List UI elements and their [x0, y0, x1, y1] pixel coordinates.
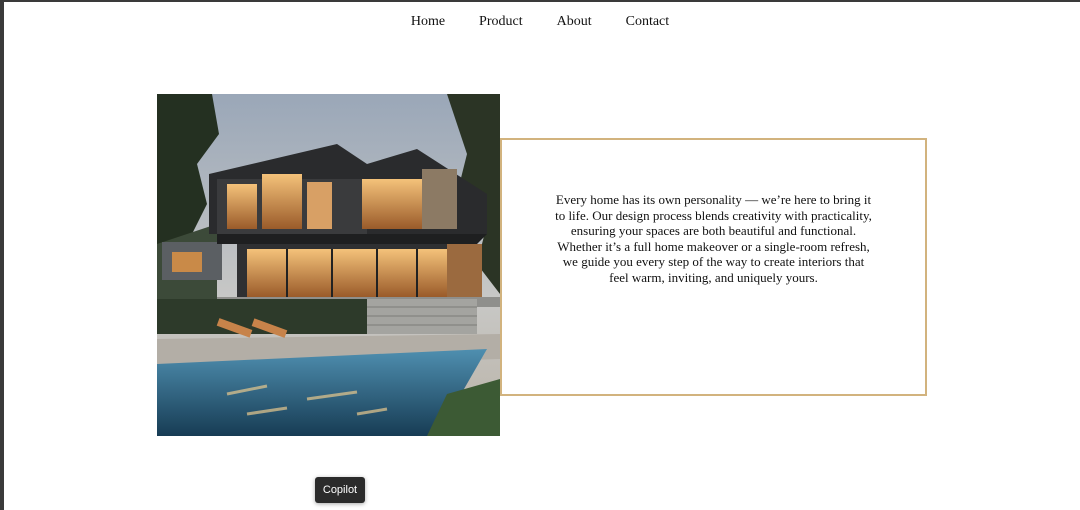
- hero-description: Every home has its own personality — we’…: [555, 192, 872, 285]
- copilot-button[interactable]: Copilot: [315, 477, 365, 503]
- nav-link-home[interactable]: Home: [394, 13, 462, 31]
- nav-link-contact[interactable]: Contact: [609, 13, 687, 31]
- top-navigation: Home Product About Contact: [0, 13, 1080, 31]
- window-frame-top: [0, 0, 1080, 2]
- text-box-divider: [500, 138, 502, 396]
- hero-house-image: [157, 94, 500, 436]
- hero-text-box: Every home has its own personality — we’…: [500, 138, 927, 396]
- nav-link-about[interactable]: About: [540, 13, 609, 31]
- nav-link-product[interactable]: Product: [462, 13, 540, 31]
- window-frame-left: [0, 0, 4, 510]
